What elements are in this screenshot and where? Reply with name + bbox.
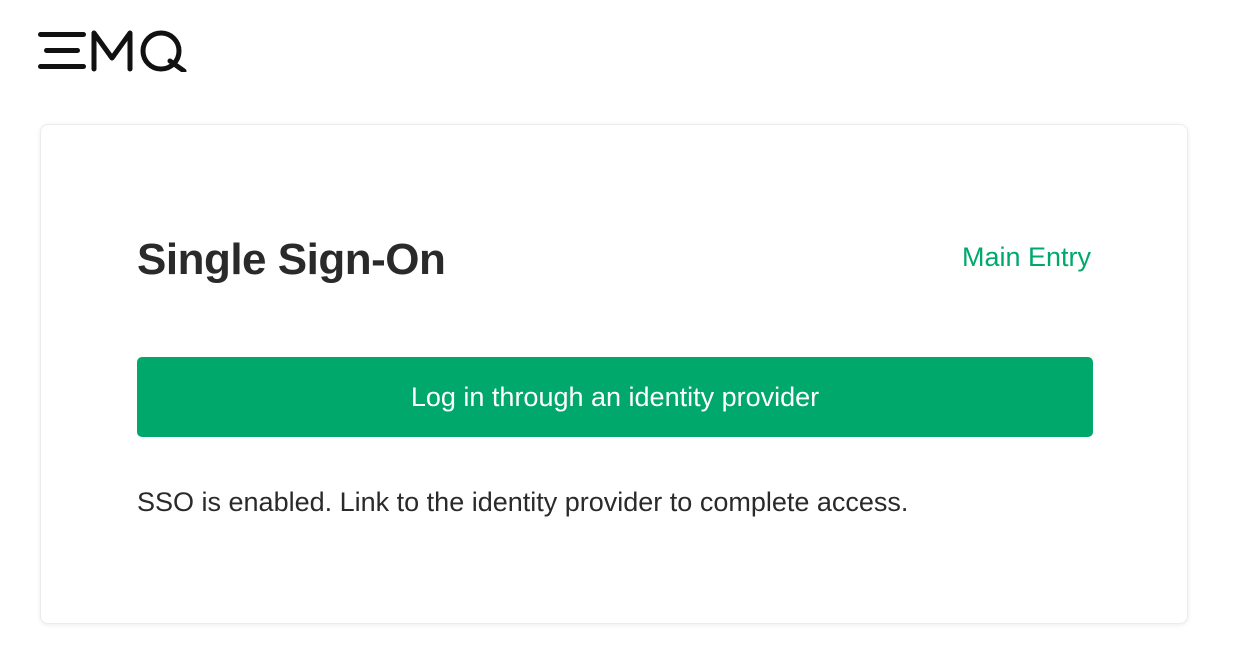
- identity-provider-login-button[interactable]: Log in through an identity provider: [137, 357, 1093, 437]
- emq-logo: [38, 30, 190, 72]
- sso-card: Single Sign-On Main Entry Log in through…: [40, 124, 1188, 624]
- card-header: Single Sign-On Main Entry: [137, 233, 1091, 287]
- sso-info-text: SSO is enabled. Link to the identity pro…: [137, 487, 909, 517]
- page-title: Single Sign-On: [137, 235, 446, 284]
- emq-logo-icon: [38, 30, 187, 72]
- login-page: Single Sign-On Main Entry Log in through…: [0, 0, 1236, 664]
- main-entry-link[interactable]: Main Entry: [962, 242, 1091, 273]
